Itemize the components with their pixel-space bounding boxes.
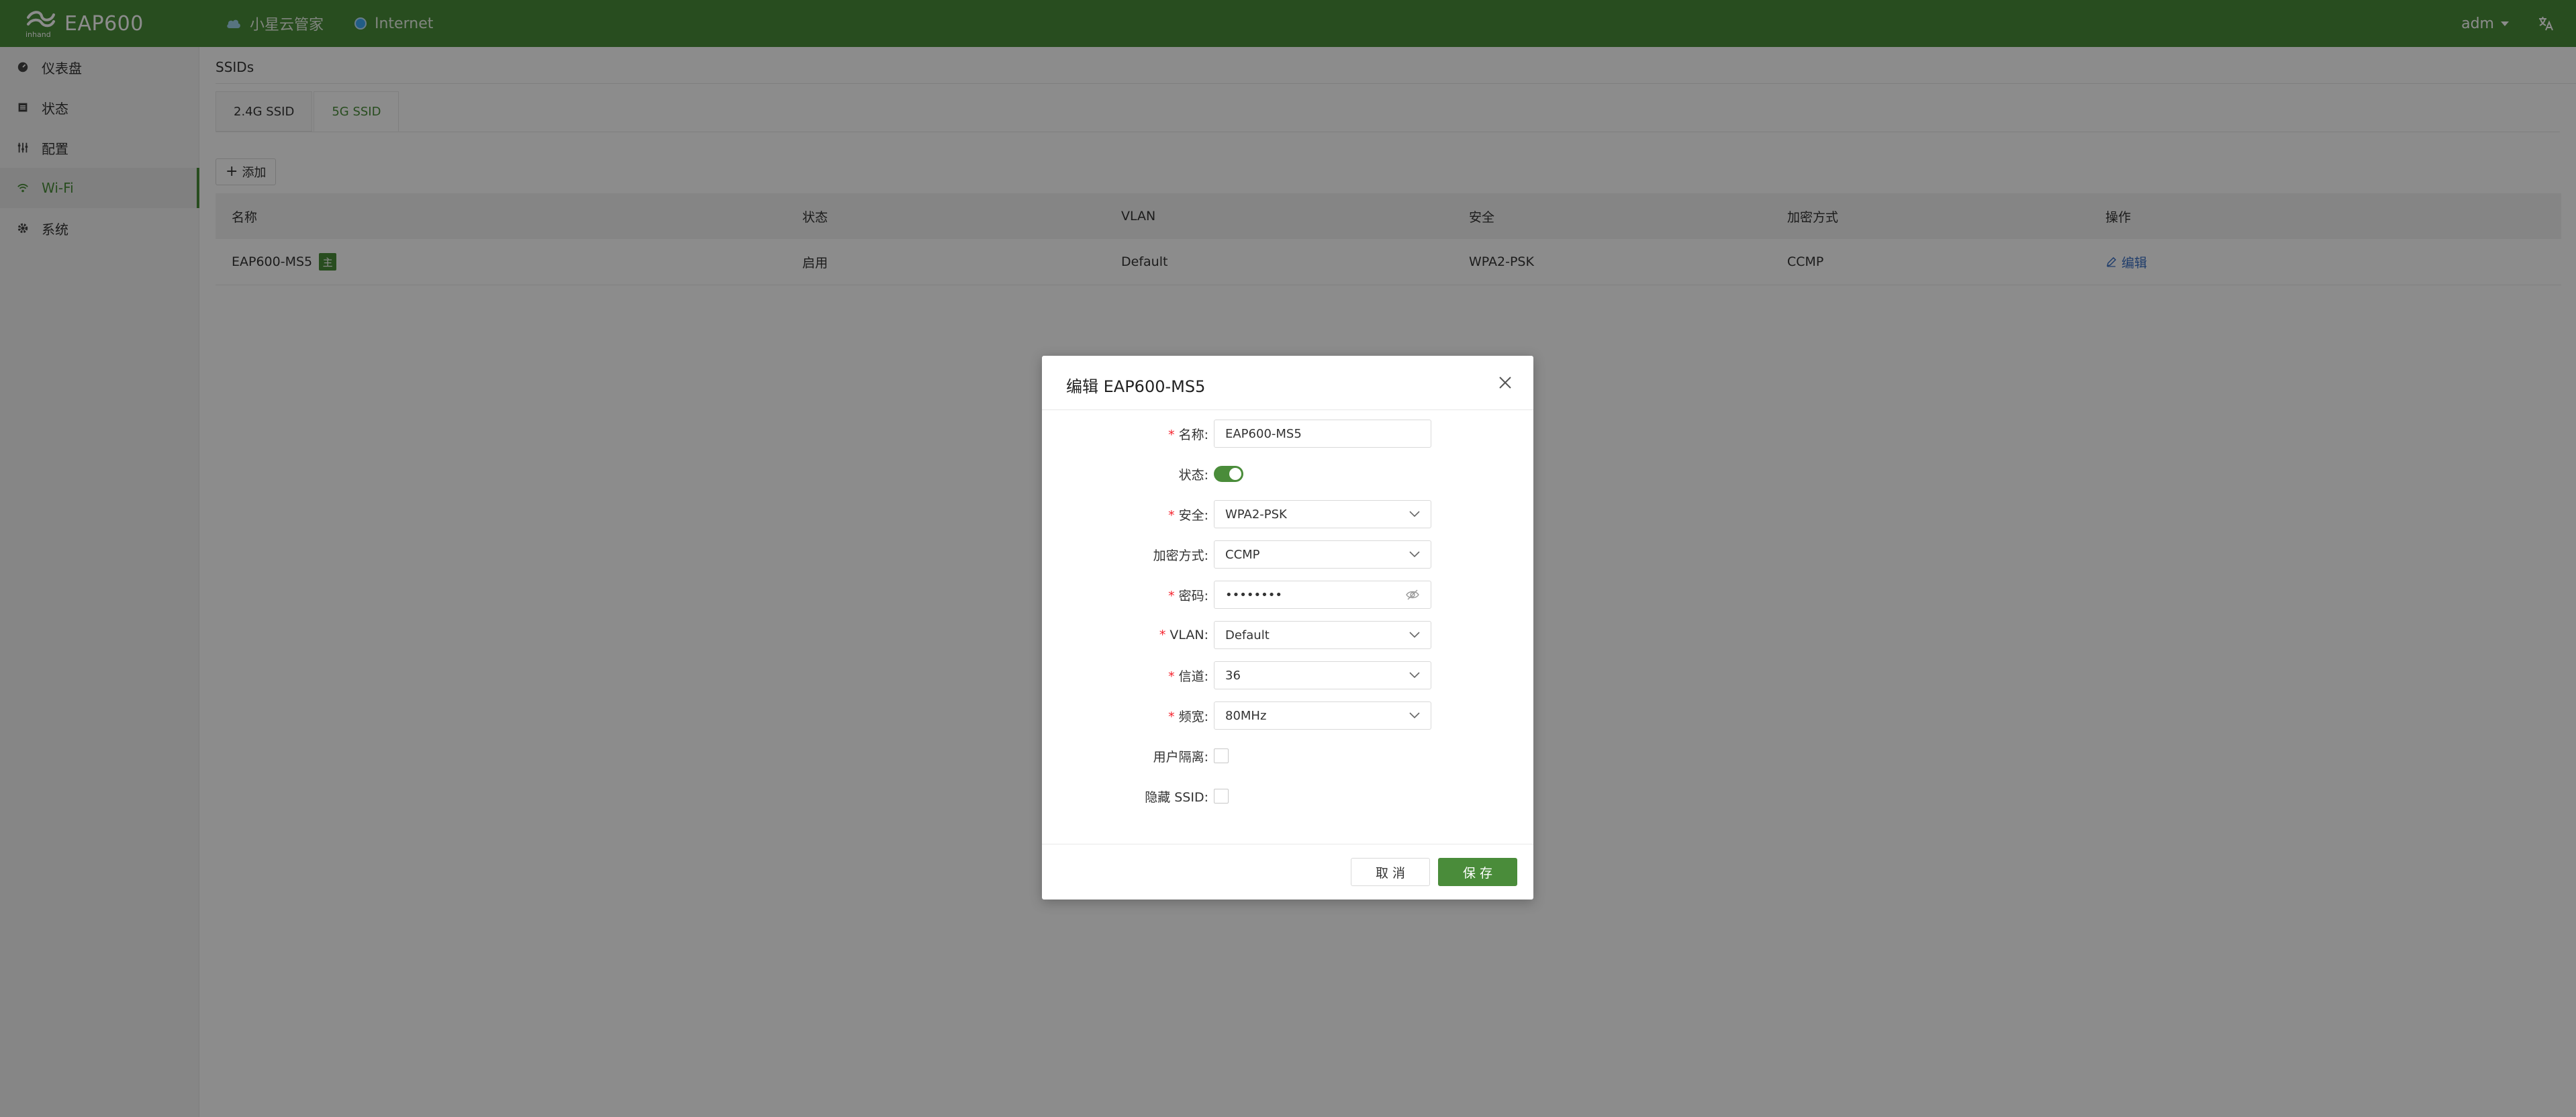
bandwidth-label: * 频宽: [1168,709,1208,724]
form-row-hide-ssid: 隐藏 SSID: [1042,781,1533,811]
close-icon[interactable] [1496,373,1515,392]
form-row-password: * 密码: •••••••• [1042,580,1533,610]
encryption-value: CCMP [1225,547,1260,562]
form-row-name: * 名称: EAP600-MS5 [1042,419,1533,448]
encryption-select[interactable]: CCMP [1214,540,1431,569]
password-input[interactable]: •••••••• [1214,581,1431,609]
vlan-select[interactable]: Default [1214,621,1431,649]
form-row-encryption: 加密方式: CCMP [1042,540,1533,569]
isolation-checkbox[interactable] [1214,748,1229,763]
security-select[interactable]: WPA2-PSK [1214,500,1431,528]
chevron-down-icon [1409,712,1420,719]
chevron-down-icon [1409,632,1420,638]
security-value: WPA2-PSK [1225,507,1287,522]
channel-select[interactable]: 36 [1214,661,1431,689]
form-row-status: 状态: [1042,459,1533,489]
form-row-isolation: 用户隔离: [1042,741,1533,771]
vlan-value: Default [1225,628,1270,642]
chevron-down-icon [1409,551,1420,558]
chevron-down-icon [1409,672,1420,679]
name-label: * 名称: [1168,427,1208,442]
form-row-channel: * 信道: 36 [1042,661,1533,690]
status-label: 状态: [1178,467,1208,483]
hide-ssid-label: 隐藏 SSID: [1145,789,1208,805]
status-toggle[interactable] [1214,466,1243,482]
password-value: •••••••• [1225,587,1282,602]
bandwidth-select[interactable]: 80MHz [1214,701,1431,730]
bandwidth-value: 80MHz [1225,708,1267,723]
channel-label: * 信道: [1168,669,1208,684]
dialog-header: 编辑 EAP600-MS5 [1042,356,1533,410]
dialog-title: 编辑 EAP600-MS5 [1066,377,1206,396]
eye-hidden-icon[interactable] [1405,587,1420,602]
edit-ssid-dialog: 编辑 EAP600-MS5 * 名称: EAP600-MS5 状态: * 安全: W… [1042,356,1533,900]
channel-value: 36 [1225,668,1241,683]
form-row-bandwidth: * 频宽: 80MHz [1042,701,1533,730]
hide-ssid-checkbox[interactable] [1214,789,1229,804]
password-label: * 密码: [1168,588,1208,603]
form-row-security: * 安全: WPA2-PSK [1042,499,1533,529]
isolation-label: 用户隔离: [1153,749,1208,765]
save-button[interactable]: 保 存 [1438,858,1517,886]
vlan-label: * VLAN: [1159,628,1208,642]
cancel-button[interactable]: 取 消 [1351,858,1430,886]
chevron-down-icon [1409,511,1420,518]
security-label: * 安全: [1168,507,1208,523]
encryption-label: 加密方式: [1153,548,1208,563]
dialog-footer: 取 消 保 存 [1042,844,1533,900]
name-input[interactable]: EAP600-MS5 [1214,420,1431,448]
form-row-vlan: * VLAN: Default [1042,620,1533,650]
